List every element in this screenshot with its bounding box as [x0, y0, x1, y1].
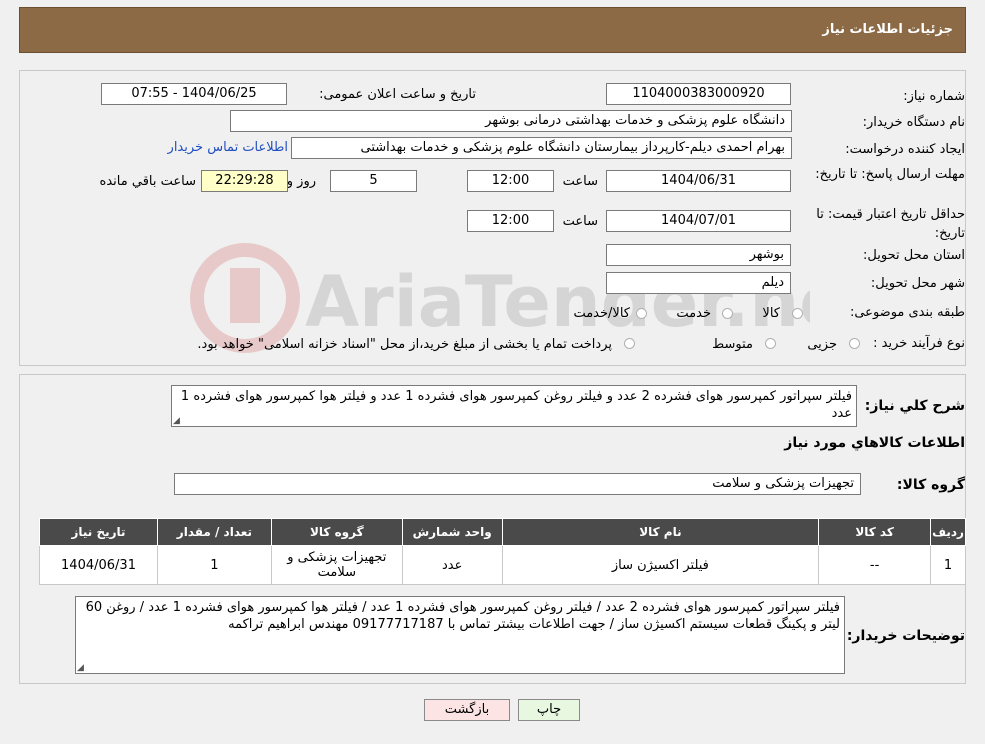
- city-field: دیلم: [606, 272, 791, 294]
- price-validity-time-label: ساعت: [562, 214, 598, 229]
- goods-section-title: اطلاعات کالاهاي مورد نياز: [784, 435, 965, 451]
- goods-group-field: تجهیزات پزشکی و سلامت: [174, 473, 861, 495]
- days-remaining-field: 5: [330, 170, 417, 192]
- need-number-label: شماره نیاز:: [903, 89, 965, 104]
- category-option-goods-service: کالا/خدمت: [573, 306, 630, 321]
- resize-handle-icon[interactable]: ◢: [173, 417, 181, 426]
- announce-label: تاریخ و ساعت اعلان عمومی:: [319, 87, 476, 102]
- category-radio-service[interactable]: [722, 308, 733, 319]
- price-validity-date-field: 1404/07/01: [606, 210, 791, 232]
- cell-unit: عدد: [401, 545, 503, 585]
- process-radio-minor[interactable]: [849, 338, 860, 349]
- category-radio-goods-service[interactable]: [636, 308, 647, 319]
- treasury-payment-note: پرداخت تمام یا بخشی از مبلغ خرید،از محل …: [197, 337, 612, 352]
- page-header: جزئیات اطلاعات نیاز: [19, 7, 966, 53]
- process-option-minor: جزیی: [807, 337, 837, 352]
- back-button[interactable]: بازگشت: [424, 699, 510, 721]
- process-radio-medium[interactable]: [765, 338, 776, 349]
- buyer-notes-label: توضیحات خریدار:: [846, 628, 965, 644]
- cell-need-date: 1404/06/31: [39, 545, 158, 585]
- resize-handle-icon[interactable]: ◢: [77, 664, 85, 673]
- cell-item-name: فیلتر اکسیژن ساز: [501, 545, 820, 585]
- process-type-label: نوع فرآیند خرید :: [873, 336, 965, 351]
- category-option-service: خدمت: [676, 306, 711, 321]
- buyer-contact-link[interactable]: اطلاعات تماس خریدار: [168, 140, 288, 155]
- table-header-row: ردیف کد کالا نام کالا واحد شمارش گروه کا…: [39, 518, 966, 546]
- announce-datetime-field: 1404/06/25 - 07:55: [101, 83, 287, 105]
- page-title: جزئیات اطلاعات نیاز: [822, 22, 953, 37]
- creator-label: ایجاد کننده درخواست:: [845, 142, 965, 157]
- creator-field: بهرام احمدی دیلم-کارپرداز بیمارستان دانش…: [291, 137, 792, 159]
- need-number-field: 1104000383000920: [606, 83, 791, 105]
- table-row: 1 -- فیلتر اکسیژن ساز عدد تجهیزات پزشکی …: [39, 545, 966, 585]
- deadline-label-text: مهلت ارسال پاسخ: تا تاریخ:: [815, 167, 965, 182]
- remaining-time-field: 22:29:28: [201, 170, 288, 192]
- province-field: بوشهر: [606, 244, 791, 266]
- city-label: شهر محل تحویل:: [870, 276, 965, 291]
- cell-goods-group: تجهیزات پزشکی و سلامت: [270, 545, 403, 585]
- col-header-row-number: ردیف: [930, 518, 966, 546]
- cell-row-number: 1: [930, 545, 966, 585]
- summary-text: فیلتر سپراتور کمپرسور هوای فشرده 2 عدد و…: [180, 389, 852, 421]
- col-header-goods-group: گروه کالا: [270, 518, 403, 546]
- category-label: طبقه بندی موضوعی:: [849, 305, 965, 320]
- province-label: استان محل تحویل:: [863, 248, 965, 263]
- goods-table: ردیف کد کالا نام کالا واحد شمارش گروه کا…: [39, 518, 966, 585]
- category-option-goods: کالا: [762, 306, 780, 321]
- col-header-need-date: تاریخ نیاز: [39, 518, 158, 546]
- price-validity-time-field: 12:00: [467, 210, 554, 232]
- col-header-item-code: کد کالا: [818, 518, 932, 546]
- treasury-payment-radio[interactable]: [624, 338, 635, 349]
- summary-textarea: فیلتر سپراتور کمپرسور هوای فشرده 2 عدد و…: [171, 385, 857, 427]
- col-header-quantity: تعداد / مقدار: [157, 518, 272, 546]
- deadline-time-field: 12:00: [467, 170, 554, 192]
- process-option-medium: متوسط: [712, 337, 753, 352]
- buyer-notes-text: فیلتر سپراتور کمپرسور هوای فشرده 2 عدد /…: [85, 600, 840, 632]
- remaining-time-label: ساعت باقي مانده: [99, 174, 196, 189]
- days-label: روز و: [286, 174, 316, 189]
- buyer-notes-textarea: فیلتر سپراتور کمپرسور هوای فشرده 2 عدد /…: [75, 596, 845, 674]
- col-header-item-name: نام کالا: [501, 518, 820, 546]
- goods-group-label: گروه کالا:: [896, 477, 965, 493]
- deadline-label: مهلت ارسال پاسخ: تا تاریخ:: [805, 165, 965, 184]
- deadline-date-field: 1404/06/31: [606, 170, 791, 192]
- print-button[interactable]: چاپ: [518, 699, 580, 721]
- summary-label: شرح کلي نياز:: [864, 398, 965, 414]
- cell-quantity: 1: [157, 545, 272, 585]
- cell-item-code: --: [818, 545, 932, 585]
- price-validity-label: حداقل تاریخ اعتبار قیمت: تا تاریخ:: [785, 205, 965, 243]
- buyer-org-label: نام دستگاه خریدار:: [862, 115, 965, 130]
- col-header-unit: واحد شمارش: [401, 518, 503, 546]
- buyer-org-field: دانشگاه علوم پزشکی و خدمات بهداشتی درمان…: [230, 110, 792, 132]
- category-radio-goods[interactable]: [792, 308, 803, 319]
- price-validity-label-text: حداقل تاریخ اعتبار قیمت: تا تاریخ:: [816, 207, 965, 241]
- deadline-time-label: ساعت: [562, 174, 598, 189]
